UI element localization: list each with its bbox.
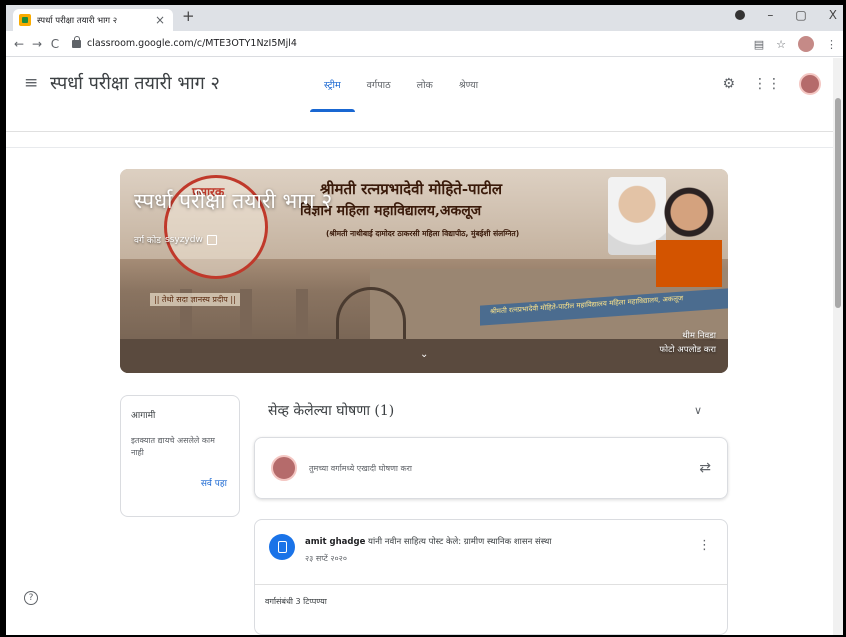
- material-post-card[interactable]: amit ghadge यांनी नवीन साहित्य पोस्ट केल…: [254, 519, 728, 635]
- tab-stream[interactable]: स्ट्रीम: [310, 78, 354, 112]
- upload-photo-link[interactable]: फोटो अपलोड करा: [659, 343, 716, 357]
- chevron-down-icon[interactable]: ∨: [694, 404, 702, 417]
- banner-class-title: स्पर्धा परीक्षा तयारी भाग २: [134, 189, 333, 213]
- media-control-icon[interactable]: [735, 10, 746, 20]
- view-all-link[interactable]: सर्व पहा: [201, 476, 227, 489]
- header-actions: ⚙ ⋮⋮: [722, 73, 821, 95]
- minimize-button[interactable]: –: [767, 8, 773, 22]
- post-date: २३ सप्टें २०२०: [305, 554, 347, 563]
- class-code-value: ssyzydw: [165, 234, 203, 245]
- lock-icon[interactable]: [72, 35, 81, 48]
- classroom-favicon-icon: [19, 14, 31, 26]
- upcoming-empty-text: इतक्यात द्यायचे असलेले काम नाही: [131, 436, 215, 457]
- browser-window: स्पर्धा परीक्षा तयारी भाग २ × + – ▢ X ← …: [6, 5, 843, 635]
- url-text[interactable]: classroom.google.com/c/MTE3OTY1NzI5Mjl4: [87, 38, 297, 49]
- classroom-header: ≡ स्पर्धा परीक्षा तयारी भाग २ स्ट्रीम वर…: [6, 58, 843, 148]
- reader-mode-icon[interactable]: ▤: [754, 38, 764, 51]
- upcoming-title: आगामी: [131, 411, 156, 421]
- tab-title: स्पर्धा परीक्षा तयारी भाग २: [37, 15, 118, 26]
- portrait-photo: [656, 183, 722, 287]
- tab-people[interactable]: लोक: [417, 78, 433, 91]
- user-avatar: [271, 455, 297, 481]
- new-tab-button[interactable]: +: [182, 7, 195, 25]
- more-options-icon[interactable]: ⋮: [698, 538, 711, 553]
- bookmark-star-icon[interactable]: ☆: [776, 38, 786, 51]
- banner-affiliation: (श्रीमती नाथीबाई दामोदर ठाकरसी महिला विद…: [326, 229, 520, 238]
- fullscreen-icon[interactable]: [206, 234, 217, 245]
- banner-actions: थीम निवडा फोटो अपलोड करा: [659, 329, 716, 357]
- announce-box[interactable]: तुमच्या वर्गामध्ये एखादी घोषणा करा ⇄: [254, 437, 728, 499]
- post-divider: [255, 584, 727, 585]
- saved-announcements-header[interactable]: सेव्ह केलेल्या घोषणा (1) ∨: [268, 401, 718, 420]
- class-code: वर्ग कोड ssyzydw: [134, 233, 217, 246]
- post-author: amit ghadge: [305, 537, 366, 547]
- chevron-down-icon[interactable]: ⌄: [420, 349, 428, 360]
- header-class-name[interactable]: स्पर्धा परीक्षा तयारी भाग २: [50, 71, 220, 95]
- class-banner: श्रीमती रत्नप्रभादेवी मोहिते-पाटील महावि…: [120, 169, 728, 373]
- reload-icon[interactable]: C: [46, 37, 64, 51]
- apps-grid-icon[interactable]: ⋮⋮: [753, 76, 781, 92]
- help-icon[interactable]: ?: [24, 591, 38, 605]
- menu-dots-icon[interactable]: ⋮: [826, 38, 837, 51]
- class-comments-link[interactable]: वर्गासंबंधी 3 टिप्पण्या: [265, 596, 327, 607]
- settings-gear-icon[interactable]: ⚙: [722, 76, 735, 92]
- tab-grades[interactable]: श्रेण्या: [459, 78, 478, 91]
- profile-avatar[interactable]: [798, 36, 814, 52]
- account-avatar[interactable]: [799, 73, 821, 95]
- back-icon[interactable]: ←: [10, 37, 28, 51]
- banner-college-heading: श्रीमती रत्नप्रभादेवी मोहिते-पाटील: [320, 180, 503, 198]
- page-scrollbar[interactable]: [833, 58, 843, 635]
- repost-icon[interactable]: ⇄: [699, 460, 711, 476]
- hamburger-menu-icon[interactable]: ≡: [24, 73, 38, 93]
- header-divider: [6, 132, 843, 148]
- maximize-button[interactable]: ▢: [795, 8, 806, 22]
- select-theme-link[interactable]: थीम निवडा: [659, 329, 716, 343]
- browser-toolbar: ← → C classroom.google.com/c/MTE3OTY1NzI…: [6, 31, 843, 57]
- announce-placeholder[interactable]: तुमच्या वर्गामध्ये एखादी घोषणा करा: [309, 463, 699, 474]
- tab-classwork[interactable]: वर्गपाठ: [367, 78, 391, 91]
- window-controls: – ▢ X: [735, 8, 837, 22]
- tab-close-icon[interactable]: ×: [153, 13, 167, 27]
- address-bar[interactable]: classroom.google.com/c/MTE3OTY1NzI5Mjl4: [72, 34, 752, 54]
- saved-announcements-title[interactable]: सेव्ह केलेल्या घोषणा (1): [268, 401, 394, 420]
- forward-icon[interactable]: →: [28, 37, 46, 51]
- close-window-button[interactable]: X: [829, 8, 837, 22]
- upcoming-card: आगामी इतक्यात द्यायचे असलेले काम नाही सर…: [120, 395, 240, 517]
- logo-motto: || तेथो सदा ज्ञानस्य प्रदीप ||: [150, 293, 240, 306]
- scrollbar-thumb[interactable]: [835, 98, 841, 308]
- tab-strip: स्पर्धा परीक्षा तयारी भाग २ × + – ▢ X: [6, 5, 843, 31]
- browser-tab[interactable]: स्पर्धा परीक्षा तयारी भाग २ ×: [13, 9, 173, 31]
- post-action-text: यांनी नवीन साहित्य पोस्ट केले: ग्रामीण स…: [365, 537, 552, 547]
- class-code-label: वर्ग कोड: [134, 236, 161, 246]
- class-nav-tabs: स्ट्रीम वर्गपाठ लोक श्रेण्या: [310, 78, 478, 112]
- post-headline[interactable]: amit ghadge यांनी नवीन साहित्य पोस्ट केल…: [305, 536, 552, 547]
- material-book-icon: [269, 534, 295, 560]
- toolbar-actions: ▤ ☆ ⋮: [754, 36, 837, 52]
